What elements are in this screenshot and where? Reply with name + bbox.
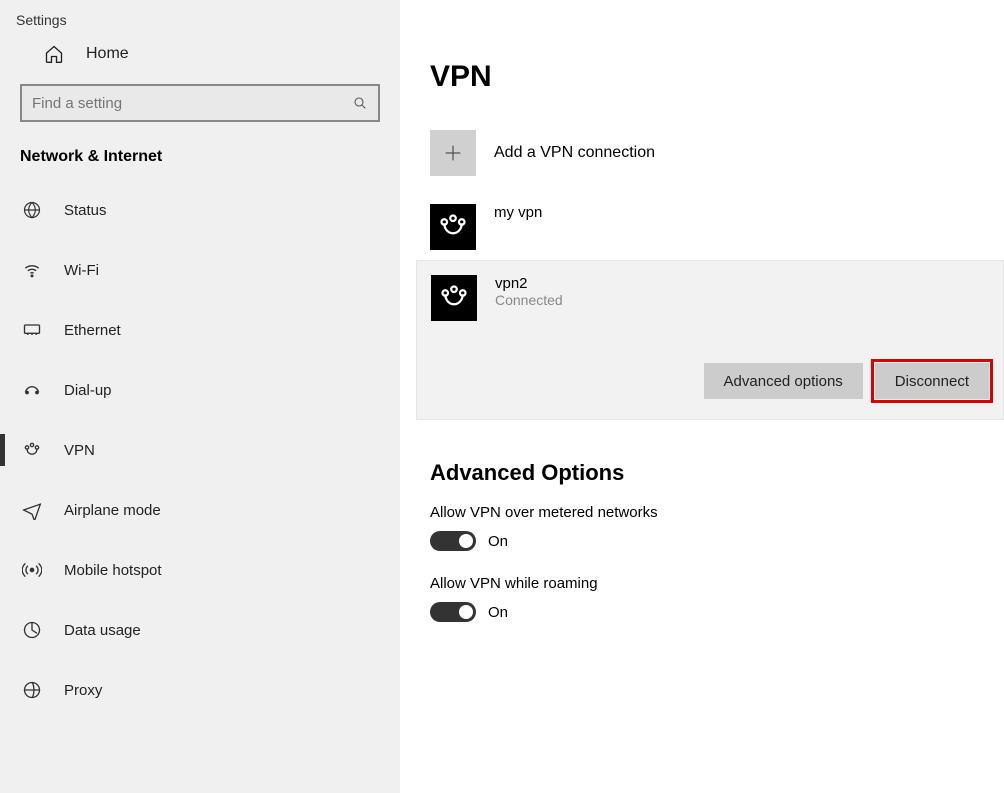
vpn-connection-name: my vpn [494,204,542,221]
sidebar-item-data-usage[interactable]: Data usage [0,600,400,660]
sidebar-item-label: VPN [64,442,95,459]
sidebar-item-label: Airplane mode [64,502,161,519]
add-vpn-label: Add a VPN connection [494,144,655,162]
airplane-icon [22,500,42,520]
sidebar-item-label: Mobile hotspot [64,562,162,579]
vpn-tile-icon [430,204,476,250]
sidebar-item-label: Ethernet [64,322,121,339]
option-label-roaming: Allow VPN while roaming [430,575,1004,592]
search-icon [352,95,368,111]
sidebar-item-proxy[interactable]: Proxy [0,660,400,720]
vpn-connection-item-selected[interactable]: vpn2 Connected Advanced options Disconne… [416,260,1004,420]
sidebar-item-hotspot[interactable]: Mobile hotspot [0,540,400,600]
sidebar-item-airplane[interactable]: Airplane mode [0,480,400,540]
advanced-options-button[interactable]: Advanced options [704,363,863,399]
nav-home-label: Home [86,45,129,63]
sidebar-item-wifi[interactable]: Wi-Fi [0,240,400,300]
vpn-connection-status: Connected [495,292,563,308]
sidebar-item-label: Proxy [64,682,102,699]
vpn-connection-item[interactable]: my vpn [430,194,1004,260]
page-title: VPN [430,60,1004,94]
ethernet-icon [22,320,42,340]
main-panel: VPN Add a VPN connection my vpn vpn2 Con… [400,0,1004,793]
advanced-options-title: Advanced Options [430,460,1004,486]
search-input[interactable] [32,95,352,112]
plus-icon [430,130,476,176]
add-vpn-connection[interactable]: Add a VPN connection [430,130,1004,176]
sidebar-item-ethernet[interactable]: Ethernet [0,300,400,360]
sidebar-item-status[interactable]: Status [0,180,400,240]
proxy-icon [22,680,42,700]
dialup-icon [22,380,42,400]
sidebar-section-title: Network & Internet [0,142,400,180]
hotspot-icon [22,560,42,580]
home-icon [44,44,64,64]
nav-home[interactable]: Home [0,34,400,76]
search-box[interactable] [20,84,380,122]
vpn-connection-name: vpn2 [495,275,563,292]
wifi-icon [22,260,42,280]
toggle-state: On [488,533,508,550]
globe-icon [22,200,42,220]
sidebar-item-label: Status [64,202,107,219]
vpn-tile-icon [431,275,477,321]
toggle-state: On [488,604,508,621]
sidebar-item-vpn[interactable]: VPN [0,420,400,480]
sidebar: Settings Home Network & Internet Status … [0,0,400,793]
option-label-metered: Allow VPN over metered networks [430,504,1004,521]
sidebar-item-dialup[interactable]: Dial-up [0,360,400,420]
sidebar-item-label: Wi-Fi [64,262,99,279]
sidebar-item-label: Dial-up [64,382,112,399]
sidebar-item-label: Data usage [64,622,141,639]
toggle-metered[interactable] [430,531,476,551]
vpn-icon [22,440,42,460]
window-title: Settings [0,12,400,34]
data-usage-icon [22,620,42,640]
toggle-roaming[interactable] [430,602,476,622]
disconnect-button[interactable]: Disconnect [875,363,989,399]
